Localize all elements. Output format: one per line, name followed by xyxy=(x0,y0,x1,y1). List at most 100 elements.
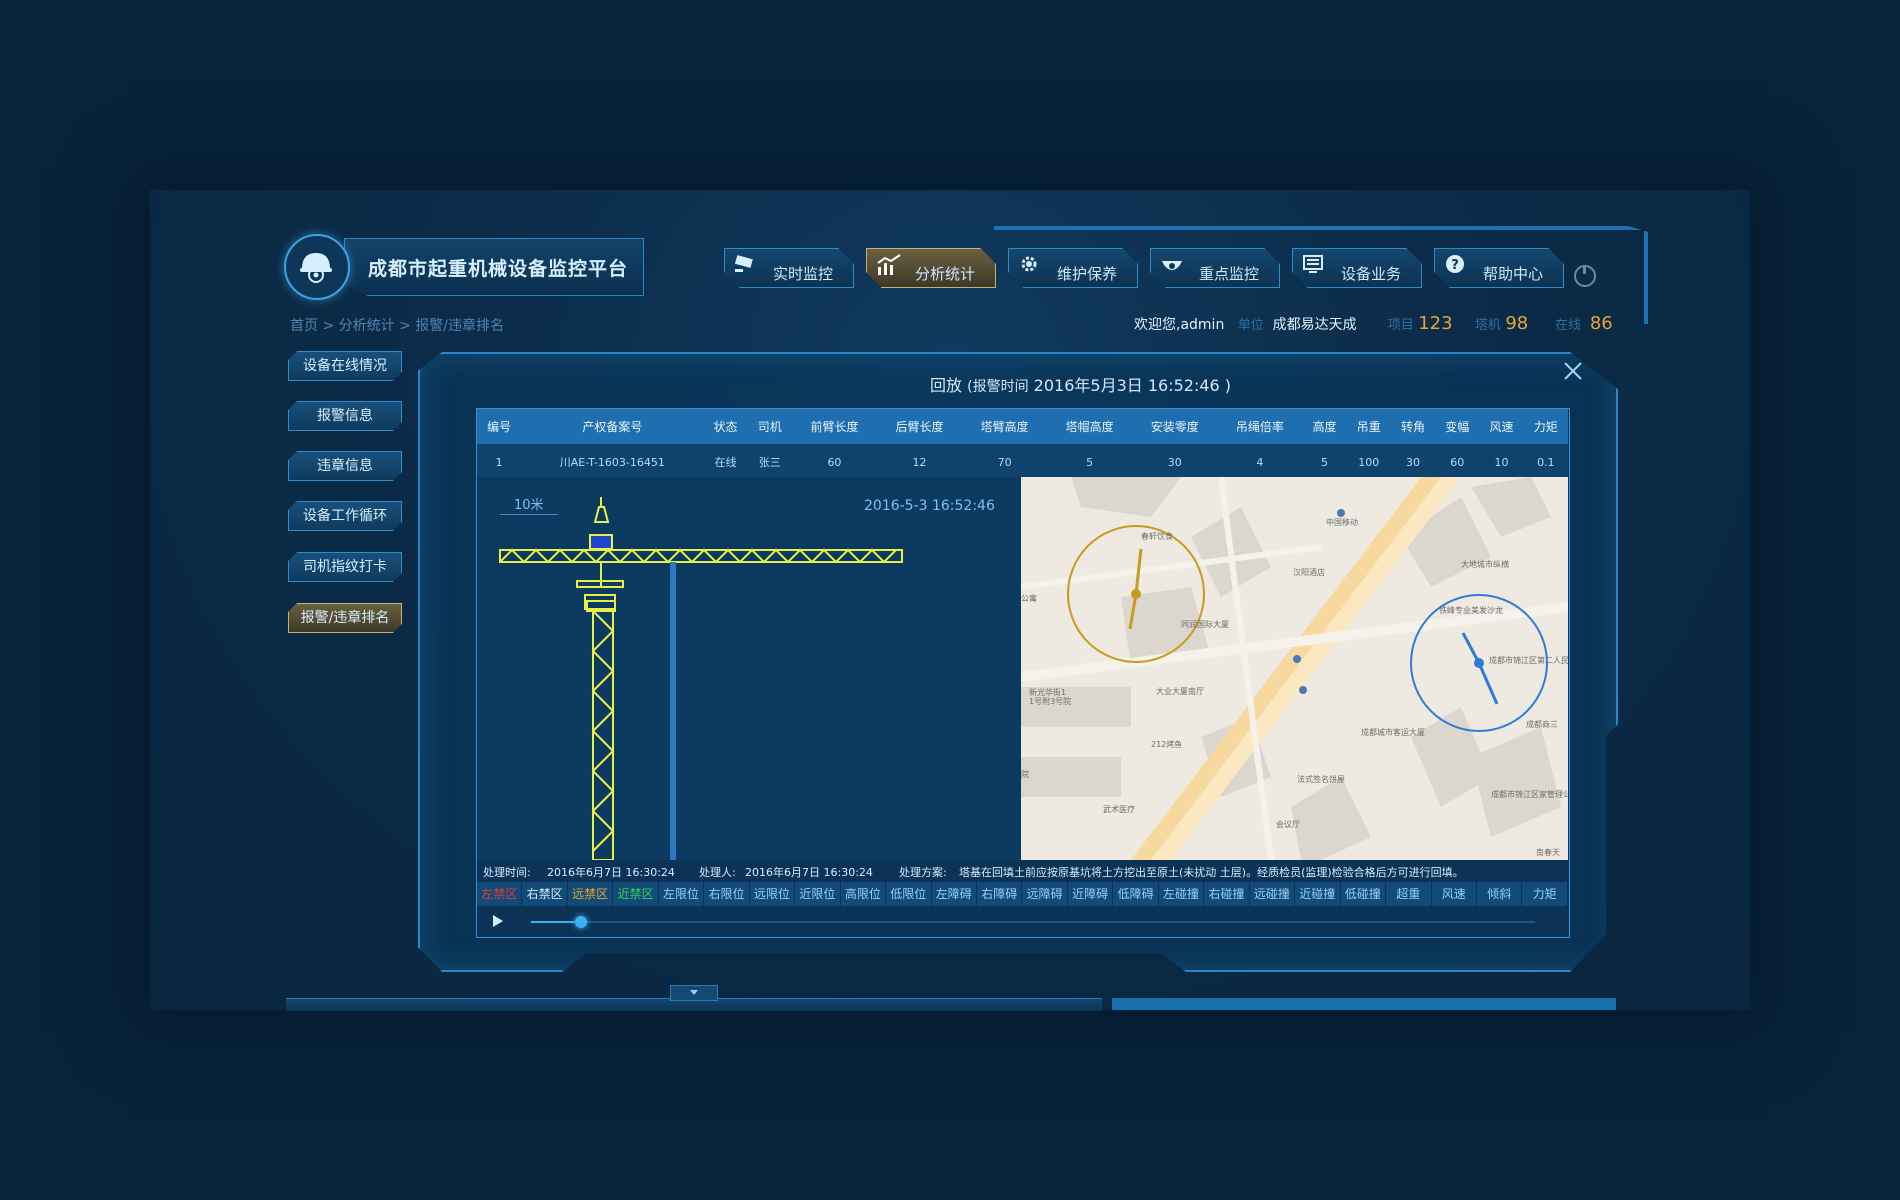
sidebar-item-ranking[interactable]: 报警/违章排名 xyxy=(288,603,402,633)
map-label: 大地城市纵横 xyxy=(1461,559,1509,569)
table-cell: 川AE-T-1603-16451 xyxy=(521,444,704,481)
nav-label: 实时监控 xyxy=(773,265,834,283)
power-icon[interactable] xyxy=(1574,265,1596,287)
column-header: 吊绳倍率 xyxy=(1217,409,1303,444)
location-map[interactable]: 中国移动 春轩饮食 汉阳酒店 大地城市纵横 同润国际大厦 公寓 新光华街1 1号… xyxy=(1021,477,1568,860)
crane-count: 98 xyxy=(1505,313,1529,334)
online-count: 86 xyxy=(1589,313,1613,334)
scale-label: 10米 xyxy=(514,498,544,513)
alarm-zone-indicator: 低障碍 xyxy=(1113,882,1159,906)
table-cell: 0.1 xyxy=(1523,444,1568,481)
status-bar: 欢迎您,admin 单位 成都易达天成 项目 123 塔机 98 在线 86 xyxy=(1134,313,1613,334)
table-cell: 12 xyxy=(876,444,963,481)
column-header: 塔臂高度 xyxy=(962,409,1048,444)
handling-info: 处理时间: 2016年6月7日 16:30:24 处理人: 2016年6月7日 … xyxy=(477,860,1568,882)
playback-controls xyxy=(477,906,1568,936)
map-label: 会议厅 xyxy=(1276,819,1300,829)
logo xyxy=(284,234,350,300)
alarm-zone-indicator: 左禁区 xyxy=(477,882,523,906)
table-cell: 30 xyxy=(1132,444,1218,481)
alarm-time: 2016年5月3日 16:52:46 ) xyxy=(1033,376,1232,395)
alarm-zone-indicator: 左障碍 xyxy=(932,882,977,906)
alarm-zone-indicator: 右禁区 xyxy=(522,882,568,906)
nav-help-center[interactable]: ? 帮助中心 xyxy=(1434,248,1564,288)
progress-fill xyxy=(531,921,582,923)
alarm-zone-indicator: 左碰撞 xyxy=(1159,882,1205,906)
bottom-panel-right xyxy=(1112,998,1616,1010)
alarm-zone-indicator: 右障碍 xyxy=(977,882,1023,906)
close-icon[interactable] xyxy=(1562,360,1584,382)
map-label: 公寓 xyxy=(1021,593,1037,603)
sidebar-item-fingerprint[interactable]: 司机指纹打卡 xyxy=(288,552,402,582)
map-label: 成都城市客运大厦 xyxy=(1361,727,1425,737)
nav-maintenance[interactable]: 维护保养 xyxy=(1008,248,1138,288)
map-label: 春轩饮食 xyxy=(1141,531,1173,541)
playback-time: 2016-5-3 16:52:46 xyxy=(864,498,995,514)
dialog-title-main: 回放 xyxy=(930,376,963,395)
alarm-time-prefix: (报警时间 xyxy=(967,379,1029,395)
progress-thumb[interactable] xyxy=(575,916,588,928)
nav-label: 分析统计 xyxy=(915,265,976,283)
welcome-text: 欢迎您,admin xyxy=(1134,317,1225,333)
alarm-zone-indicator: 近限位 xyxy=(795,882,841,906)
alarm-zone-indicator: 近禁区 xyxy=(613,882,659,906)
column-header: 高度 xyxy=(1302,409,1347,444)
map-label: 212烤鱼 xyxy=(1151,739,1182,749)
column-header: 产权备案号 xyxy=(521,409,704,444)
svg-text:?: ? xyxy=(1451,258,1459,273)
project-count: 123 xyxy=(1418,313,1453,334)
crane-label: 塔机 xyxy=(1474,318,1501,333)
nav-label: 重点监控 xyxy=(1199,265,1260,283)
plan-label: 处理方案: xyxy=(899,866,947,879)
gear-icon xyxy=(1021,256,1037,272)
table-cell: 60 xyxy=(791,444,877,481)
table-cell: 60 xyxy=(1435,444,1480,481)
table-cell: 30 xyxy=(1390,444,1436,481)
map-label: 成都市锦江区第二人民医院分部 xyxy=(1489,655,1568,665)
dome-camera-icon xyxy=(1162,261,1182,270)
map-label: 院 xyxy=(1021,769,1029,779)
alarm-zone-indicator: 力矩 xyxy=(1522,882,1568,906)
map-label: 1号附3号院 xyxy=(1029,696,1071,706)
expand-toggle[interactable] xyxy=(670,985,718,1001)
sidebar-item-device-online[interactable]: 设备在线情况 xyxy=(288,351,402,381)
play-icon[interactable] xyxy=(493,915,503,927)
nav-analysis[interactable]: 分析统计 xyxy=(866,248,996,288)
sidebar-item-work-cycle[interactable]: 设备工作循环 xyxy=(288,501,402,531)
handling-time: 2016年6月7日 16:30:24 xyxy=(547,866,675,879)
alarm-zone-indicator: 远障碍 xyxy=(1022,882,1068,906)
column-header: 力矩 xyxy=(1523,409,1568,444)
alarm-zone-indicator: 左限位 xyxy=(659,882,705,906)
table-cell: 5 xyxy=(1047,444,1133,481)
tower-crane-diagram xyxy=(499,497,903,861)
helmet-icon xyxy=(300,253,332,283)
alarm-zone-indicator: 低碰撞 xyxy=(1341,882,1387,906)
project-label: 项目 xyxy=(1387,318,1414,333)
table-cell: 张三 xyxy=(747,444,792,481)
help-icon: ? xyxy=(1446,255,1464,273)
nav-device-business[interactable]: 设备业务 xyxy=(1292,248,1422,288)
map-label: 新光华街1 xyxy=(1029,687,1066,697)
alarm-zone-indicator: 风速 xyxy=(1432,882,1477,906)
table-cell: 5 xyxy=(1302,444,1347,481)
sidebar-item-alarm-info[interactable]: 报警信息 xyxy=(288,401,402,431)
map-label: 同润国际大厦 xyxy=(1181,619,1229,629)
progress-track[interactable] xyxy=(531,916,1535,928)
handling-time-label: 处理时间: xyxy=(483,866,531,879)
map-label: 成都商三 xyxy=(1526,719,1558,729)
column-header: 吊重 xyxy=(1346,409,1391,444)
nav-key-monitor[interactable]: 重点监控 xyxy=(1150,248,1280,288)
alarm-zone-indicator: 右限位 xyxy=(704,882,750,906)
nav-realtime-monitor[interactable]: 实时监控 xyxy=(724,248,854,288)
scale-bar xyxy=(500,514,558,515)
table-cell: 4 xyxy=(1217,444,1303,481)
table-row[interactable]: 1 川AE-T-1603-16451 在线 张三 60 12 70 5 30 4… xyxy=(477,444,1568,481)
column-header: 变幅 xyxy=(1435,409,1480,444)
table-header-row: 编号 产权备案号 状态 司机 前臂长度 后臂长度 塔臂高度 塔帽高度 安装零度 … xyxy=(477,409,1568,444)
alarm-zone-indicator: 近碰撞 xyxy=(1295,882,1341,906)
sidebar-item-violation-info[interactable]: 违章信息 xyxy=(288,451,402,481)
camera-icon xyxy=(734,255,753,272)
unit-label: 单位 xyxy=(1237,318,1264,333)
column-header: 转角 xyxy=(1390,409,1436,444)
handler-label: 处理人: xyxy=(699,866,736,879)
